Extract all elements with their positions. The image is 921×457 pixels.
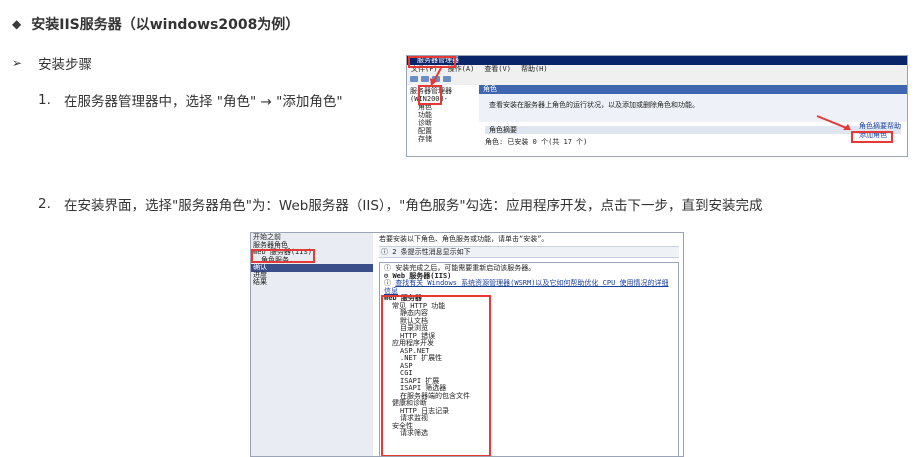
section-text: 安装步骤 [38,57,93,73]
step-2: 2. 在安装界面，选择"服务器角色"为：Web服务器（IIS），"角色服务"勾选… [38,194,763,214]
highlight-box-add-roles [851,131,893,143]
diamond-bullet-icon: ◆ [12,17,22,31]
toolbar [407,74,907,84]
title-text: 安装IIS服务器（以windows2008为例） [31,17,300,33]
tree-item-features[interactable]: 功能 [410,111,480,119]
tree-item-storage[interactable]: 存储 [410,135,480,143]
red-arrow-icon [816,115,851,130]
menu-bar: 文件(F) 操作(A) 查看(V) 帮助(H) [407,65,907,74]
server-manager-screenshot: 服务器管理器 文件(F) 操作(A) 查看(V) 帮助(H) 服务器管理器 (W… [406,55,908,157]
tree-item-configuration[interactable]: 配置 [410,127,480,135]
info-text: 2 条提示性消息显示如下 [392,248,471,256]
roles-count: 角色: 已安装 0 个(共 17 个) [485,138,901,147]
info-messages: ⓘ 2 条提示性消息显示如下 [379,246,679,258]
panel-title: 角色 [479,85,907,94]
nav-progress[interactable]: 进度 [251,271,373,280]
step-1-text: 在服务器管理器中，选择 "角色" → "添加角色" [64,94,343,110]
step-2-text: 在安装界面，选择"服务器角色"为：Web服务器（IIS），"角色服务"勾选：应用… [64,198,763,214]
step-1: 1. 在服务器管理器中，选择 "角色" → "添加角色" [38,90,343,110]
red-arrow-icon-2 [430,67,442,86]
highlight-box-role-services [381,295,491,456]
add-roles-wizard-screenshot: 开始之前 服务器角色 Web 服务器(IIS) 角色服务 确认 进度 结果 若要… [250,232,684,457]
section-heading: ➢ 安装步骤 [12,53,92,73]
wizard-nav: 开始之前 服务器角色 Web 服务器(IIS) 角色服务 确认 进度 结果 [251,233,373,456]
roles-count-text: 角色: 已安装 0 个(共 17 个) [485,138,588,146]
back-icon[interactable] [410,76,418,82]
page-title: ◆ 安装IIS服务器（以windows2008为例） [12,14,299,34]
arrow-bullet-icon: ➢ [12,56,23,70]
window-title: 服务器管理器 [407,56,907,65]
tree-item-diagnostics[interactable]: 诊断 [410,119,480,127]
nav-confirmation[interactable]: 确认 [251,263,373,272]
highlight-box-roles [418,85,442,105]
wsrm-link[interactable]: ⓘ 查找有关 Windows 系统资源管理器(WSRM)以及它如何帮助优化 CP… [384,279,674,295]
step-2-number: 2. [38,196,51,212]
menu-help[interactable]: 帮助(H) [521,65,548,74]
roles-summary-help-link[interactable]: 角色摘要帮助 [859,122,901,131]
menu-view[interactable]: 查看(V) [484,65,511,74]
step-1-number: 1. [38,92,51,108]
highlight-box-web-server [251,249,315,263]
wizard-header: 若要安装以下角色、角色服务或功能，请单击“安装”。 [379,235,549,243]
info-icon: ⓘ [381,248,393,256]
nav-results[interactable]: 结果 [251,278,373,287]
